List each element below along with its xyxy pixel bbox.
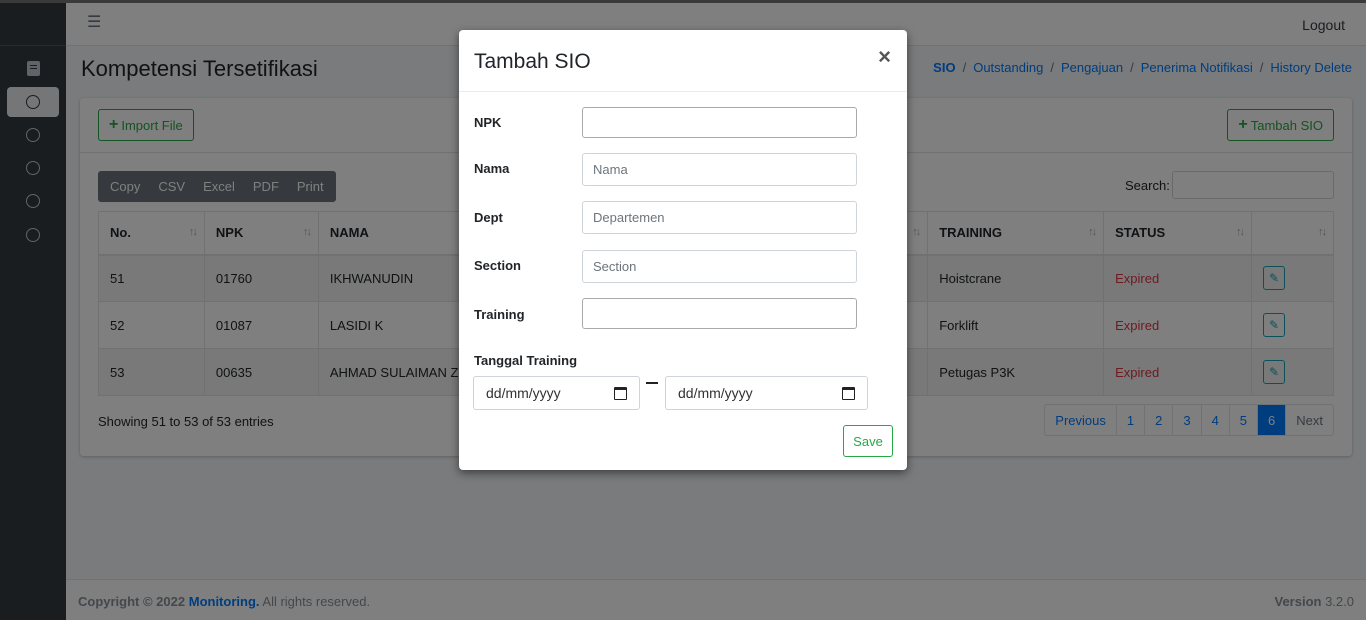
section-input[interactable]: Section [582,250,857,283]
training-label: Training [474,307,525,322]
modal-title: Tambah SIO [474,50,591,73]
save-button[interactable]: Save [843,425,893,457]
npk-label: NPK [474,115,502,130]
dept-label: Dept [474,210,503,225]
tambah-sio-modal: Tambah SIO × NPK Nama Nama Dept Departem… [459,30,907,470]
nama-input[interactable]: Nama [582,153,857,186]
close-icon[interactable]: × [878,46,891,68]
tanggal-training-label: Tanggal Training [474,353,578,368]
start-date-input[interactable]: dd/mm/yyyy [473,376,640,410]
start-date-placeholder: dd/mm/yyyy [486,385,561,401]
training-select[interactable] [582,298,857,329]
end-date-input[interactable]: dd/mm/yyyy [665,376,868,410]
calendar-icon[interactable] [842,387,855,400]
calendar-icon[interactable] [614,387,627,400]
dept-input[interactable]: Departemen [582,201,857,234]
modal-header: Tambah SIO × [459,30,907,92]
section-label: Section [474,258,521,273]
end-date-placeholder: dd/mm/yyyy [678,385,753,401]
npk-select[interactable] [582,107,857,138]
nama-label: Nama [474,161,510,176]
top-border [0,0,1366,3]
date-range-dash [646,382,658,384]
